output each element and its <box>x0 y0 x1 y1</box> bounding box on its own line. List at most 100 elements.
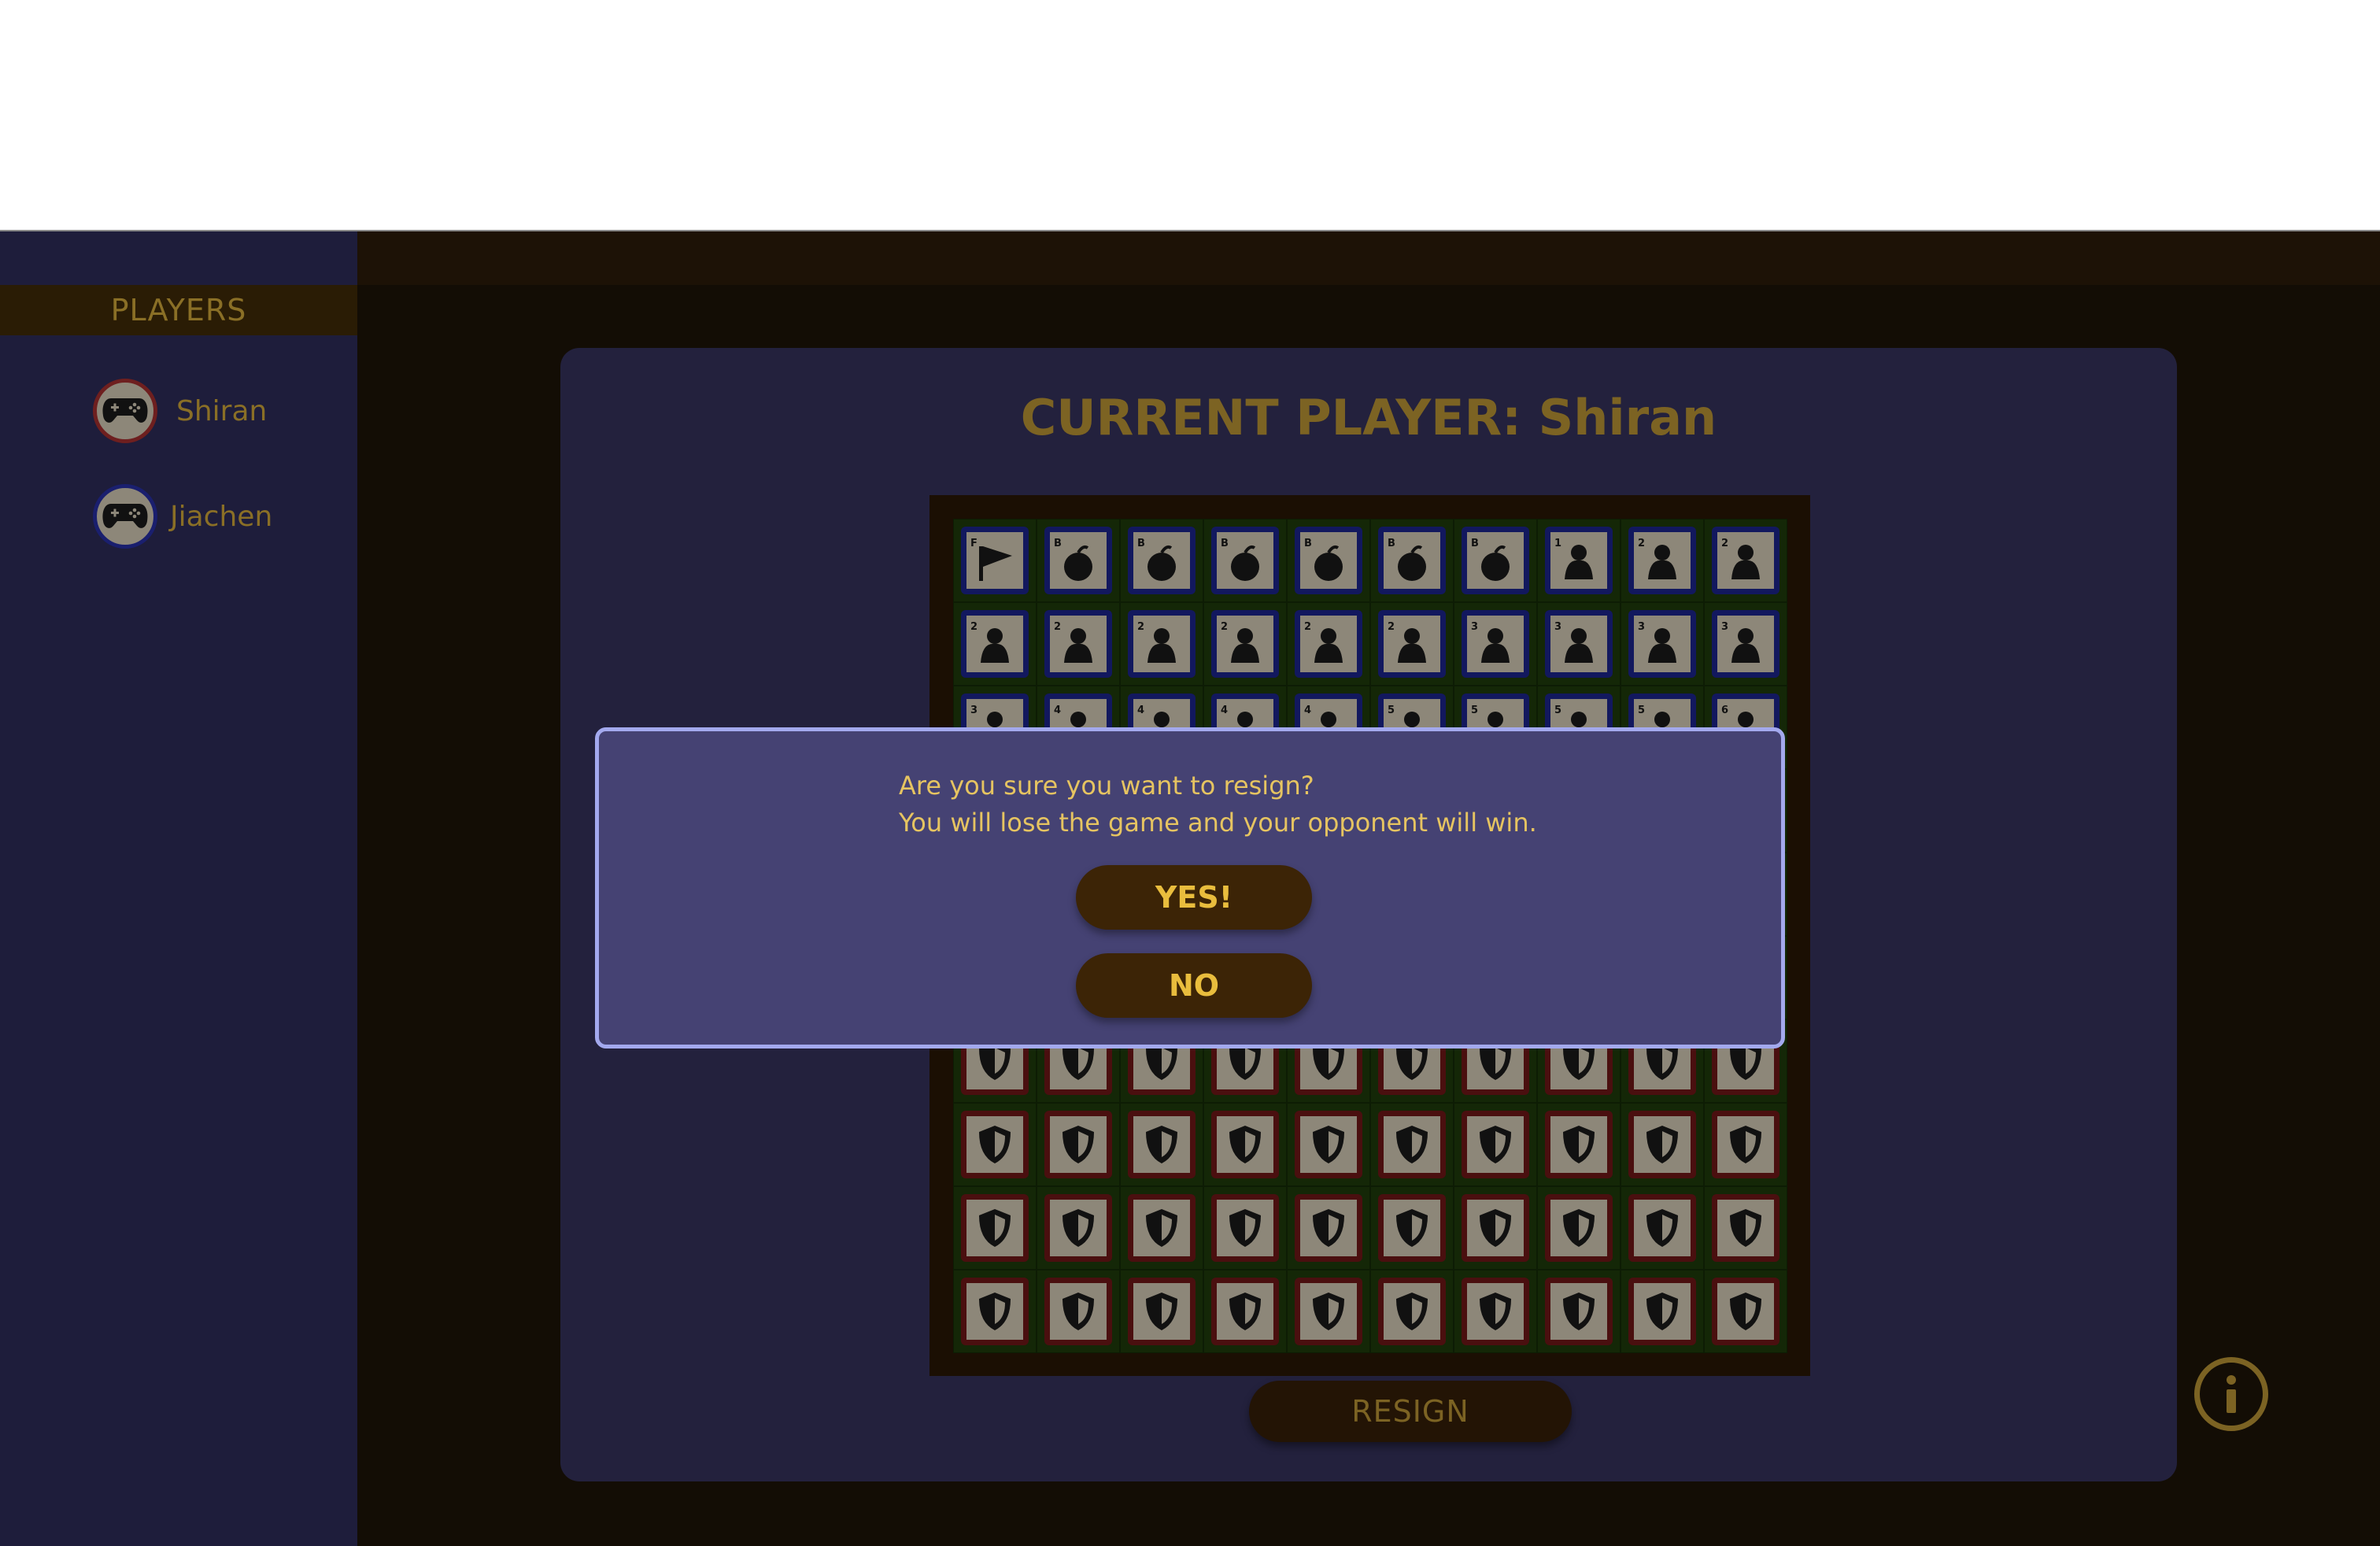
board-cell[interactable]: 3 <box>1454 603 1536 685</box>
player-item-jiachen[interactable]: Jiachen <box>93 480 272 553</box>
board-cell[interactable] <box>954 1270 1036 1352</box>
opponent-piece[interactable] <box>1462 1111 1529 1178</box>
board-cell[interactable] <box>1288 1187 1369 1269</box>
opponent-piece[interactable] <box>1378 1111 1446 1178</box>
opponent-piece[interactable] <box>1128 1194 1196 1262</box>
board-cell[interactable]: B <box>1204 520 1286 601</box>
own-piece[interactable]: 2 <box>1044 610 1112 678</box>
board-cell[interactable] <box>1621 1270 1703 1352</box>
board-cell[interactable]: 2 <box>1621 520 1703 601</box>
own-piece[interactable]: 2 <box>1712 527 1779 594</box>
opponent-piece[interactable] <box>1128 1111 1196 1178</box>
opponent-piece[interactable] <box>1545 1278 1613 1345</box>
opponent-piece[interactable] <box>1462 1194 1529 1262</box>
own-piece[interactable]: B <box>1128 527 1196 594</box>
opponent-piece[interactable] <box>1378 1278 1446 1345</box>
own-piece[interactable]: 2 <box>1628 527 1696 594</box>
board-cell[interactable] <box>1121 1104 1203 1185</box>
yes-button[interactable]: YES! <box>1076 865 1312 930</box>
board-cell[interactable]: B <box>1288 520 1369 601</box>
board-cell[interactable] <box>1204 1187 1286 1269</box>
opponent-piece[interactable] <box>1044 1278 1112 1345</box>
own-piece[interactable]: 3 <box>1462 610 1529 678</box>
own-piece[interactable]: 1 <box>1545 527 1613 594</box>
board-cell[interactable]: 1 <box>1538 520 1620 601</box>
own-piece[interactable]: B <box>1044 527 1112 594</box>
own-piece[interactable]: B <box>1211 527 1279 594</box>
own-piece[interactable]: 3 <box>1628 610 1696 678</box>
own-piece[interactable]: B <box>1295 527 1362 594</box>
board-cell[interactable]: F <box>954 520 1036 601</box>
board-cell[interactable]: B <box>1454 520 1536 601</box>
board-cell[interactable] <box>1037 1104 1119 1185</box>
opponent-piece[interactable] <box>1462 1278 1529 1345</box>
opponent-piece[interactable] <box>1628 1111 1696 1178</box>
board-cell[interactable] <box>1371 1187 1453 1269</box>
board-cell[interactable]: 2 <box>1705 520 1787 601</box>
own-piece[interactable]: 2 <box>1211 610 1279 678</box>
board-cell[interactable] <box>1621 1104 1703 1185</box>
board-cell[interactable] <box>1288 1270 1369 1352</box>
board-cell[interactable]: 2 <box>1037 603 1119 685</box>
board-cell[interactable] <box>1204 1270 1286 1352</box>
resign-button[interactable]: RESIGN <box>1249 1381 1572 1442</box>
board-cell[interactable] <box>1037 1270 1119 1352</box>
player-item-shiran[interactable]: Shiran <box>93 375 267 447</box>
own-piece[interactable]: 2 <box>1128 610 1196 678</box>
opponent-piece[interactable] <box>1044 1194 1112 1262</box>
board-cell[interactable] <box>1538 1104 1620 1185</box>
opponent-piece[interactable] <box>961 1278 1029 1345</box>
board-cell[interactable] <box>954 1104 1036 1185</box>
own-piece[interactable]: 2 <box>1295 610 1362 678</box>
own-piece[interactable]: 3 <box>1545 610 1613 678</box>
no-button[interactable]: NO <box>1076 953 1312 1018</box>
opponent-piece[interactable] <box>1628 1278 1696 1345</box>
board-cell[interactable] <box>1538 1270 1620 1352</box>
opponent-piece[interactable] <box>961 1194 1029 1262</box>
board-cell[interactable] <box>1538 1187 1620 1269</box>
board-cell[interactable] <box>1705 1104 1787 1185</box>
board-cell[interactable]: 3 <box>1705 603 1787 685</box>
own-piece[interactable]: B <box>1462 527 1529 594</box>
opponent-piece[interactable] <box>961 1111 1029 1178</box>
board-cell[interactable] <box>1705 1187 1787 1269</box>
board-cell[interactable]: 2 <box>1371 603 1453 685</box>
board-cell[interactable] <box>1121 1187 1203 1269</box>
board-cell[interactable]: B <box>1371 520 1453 601</box>
board-cell[interactable]: 3 <box>1621 603 1703 685</box>
board-cell[interactable]: 3 <box>1538 603 1620 685</box>
own-piece[interactable]: B <box>1378 527 1446 594</box>
board-cell[interactable] <box>1288 1104 1369 1185</box>
board-cell[interactable] <box>954 1187 1036 1269</box>
board-cell[interactable]: B <box>1037 520 1119 601</box>
opponent-piece[interactable] <box>1712 1278 1779 1345</box>
board-cell[interactable]: B <box>1121 520 1203 601</box>
board-cell[interactable] <box>1121 1270 1203 1352</box>
board-cell[interactable] <box>1454 1104 1536 1185</box>
board-cell[interactable]: 2 <box>1121 603 1203 685</box>
opponent-piece[interactable] <box>1545 1111 1613 1178</box>
opponent-piece[interactable] <box>1712 1194 1779 1262</box>
opponent-piece[interactable] <box>1295 1111 1362 1178</box>
opponent-piece[interactable] <box>1044 1111 1112 1178</box>
board-cell[interactable] <box>1454 1270 1536 1352</box>
own-piece[interactable]: 2 <box>961 610 1029 678</box>
opponent-piece[interactable] <box>1128 1278 1196 1345</box>
opponent-piece[interactable] <box>1712 1111 1779 1178</box>
board-cell[interactable] <box>1037 1187 1119 1269</box>
opponent-piece[interactable] <box>1545 1194 1613 1262</box>
opponent-piece[interactable] <box>1378 1194 1446 1262</box>
board-cell[interactable] <box>1454 1187 1536 1269</box>
board-cell[interactable] <box>1204 1104 1286 1185</box>
board-cell[interactable] <box>1705 1270 1787 1352</box>
info-button[interactable] <box>2194 1357 2268 1431</box>
own-piece[interactable]: 3 <box>1712 610 1779 678</box>
opponent-piece[interactable] <box>1211 1111 1279 1178</box>
board-cell[interactable] <box>1371 1270 1453 1352</box>
opponent-piece[interactable] <box>1211 1278 1279 1345</box>
opponent-piece[interactable] <box>1628 1194 1696 1262</box>
board-cell[interactable]: 2 <box>1288 603 1369 685</box>
own-piece[interactable]: F <box>961 527 1029 594</box>
own-piece[interactable]: 2 <box>1378 610 1446 678</box>
board-cell[interactable] <box>1371 1104 1453 1185</box>
